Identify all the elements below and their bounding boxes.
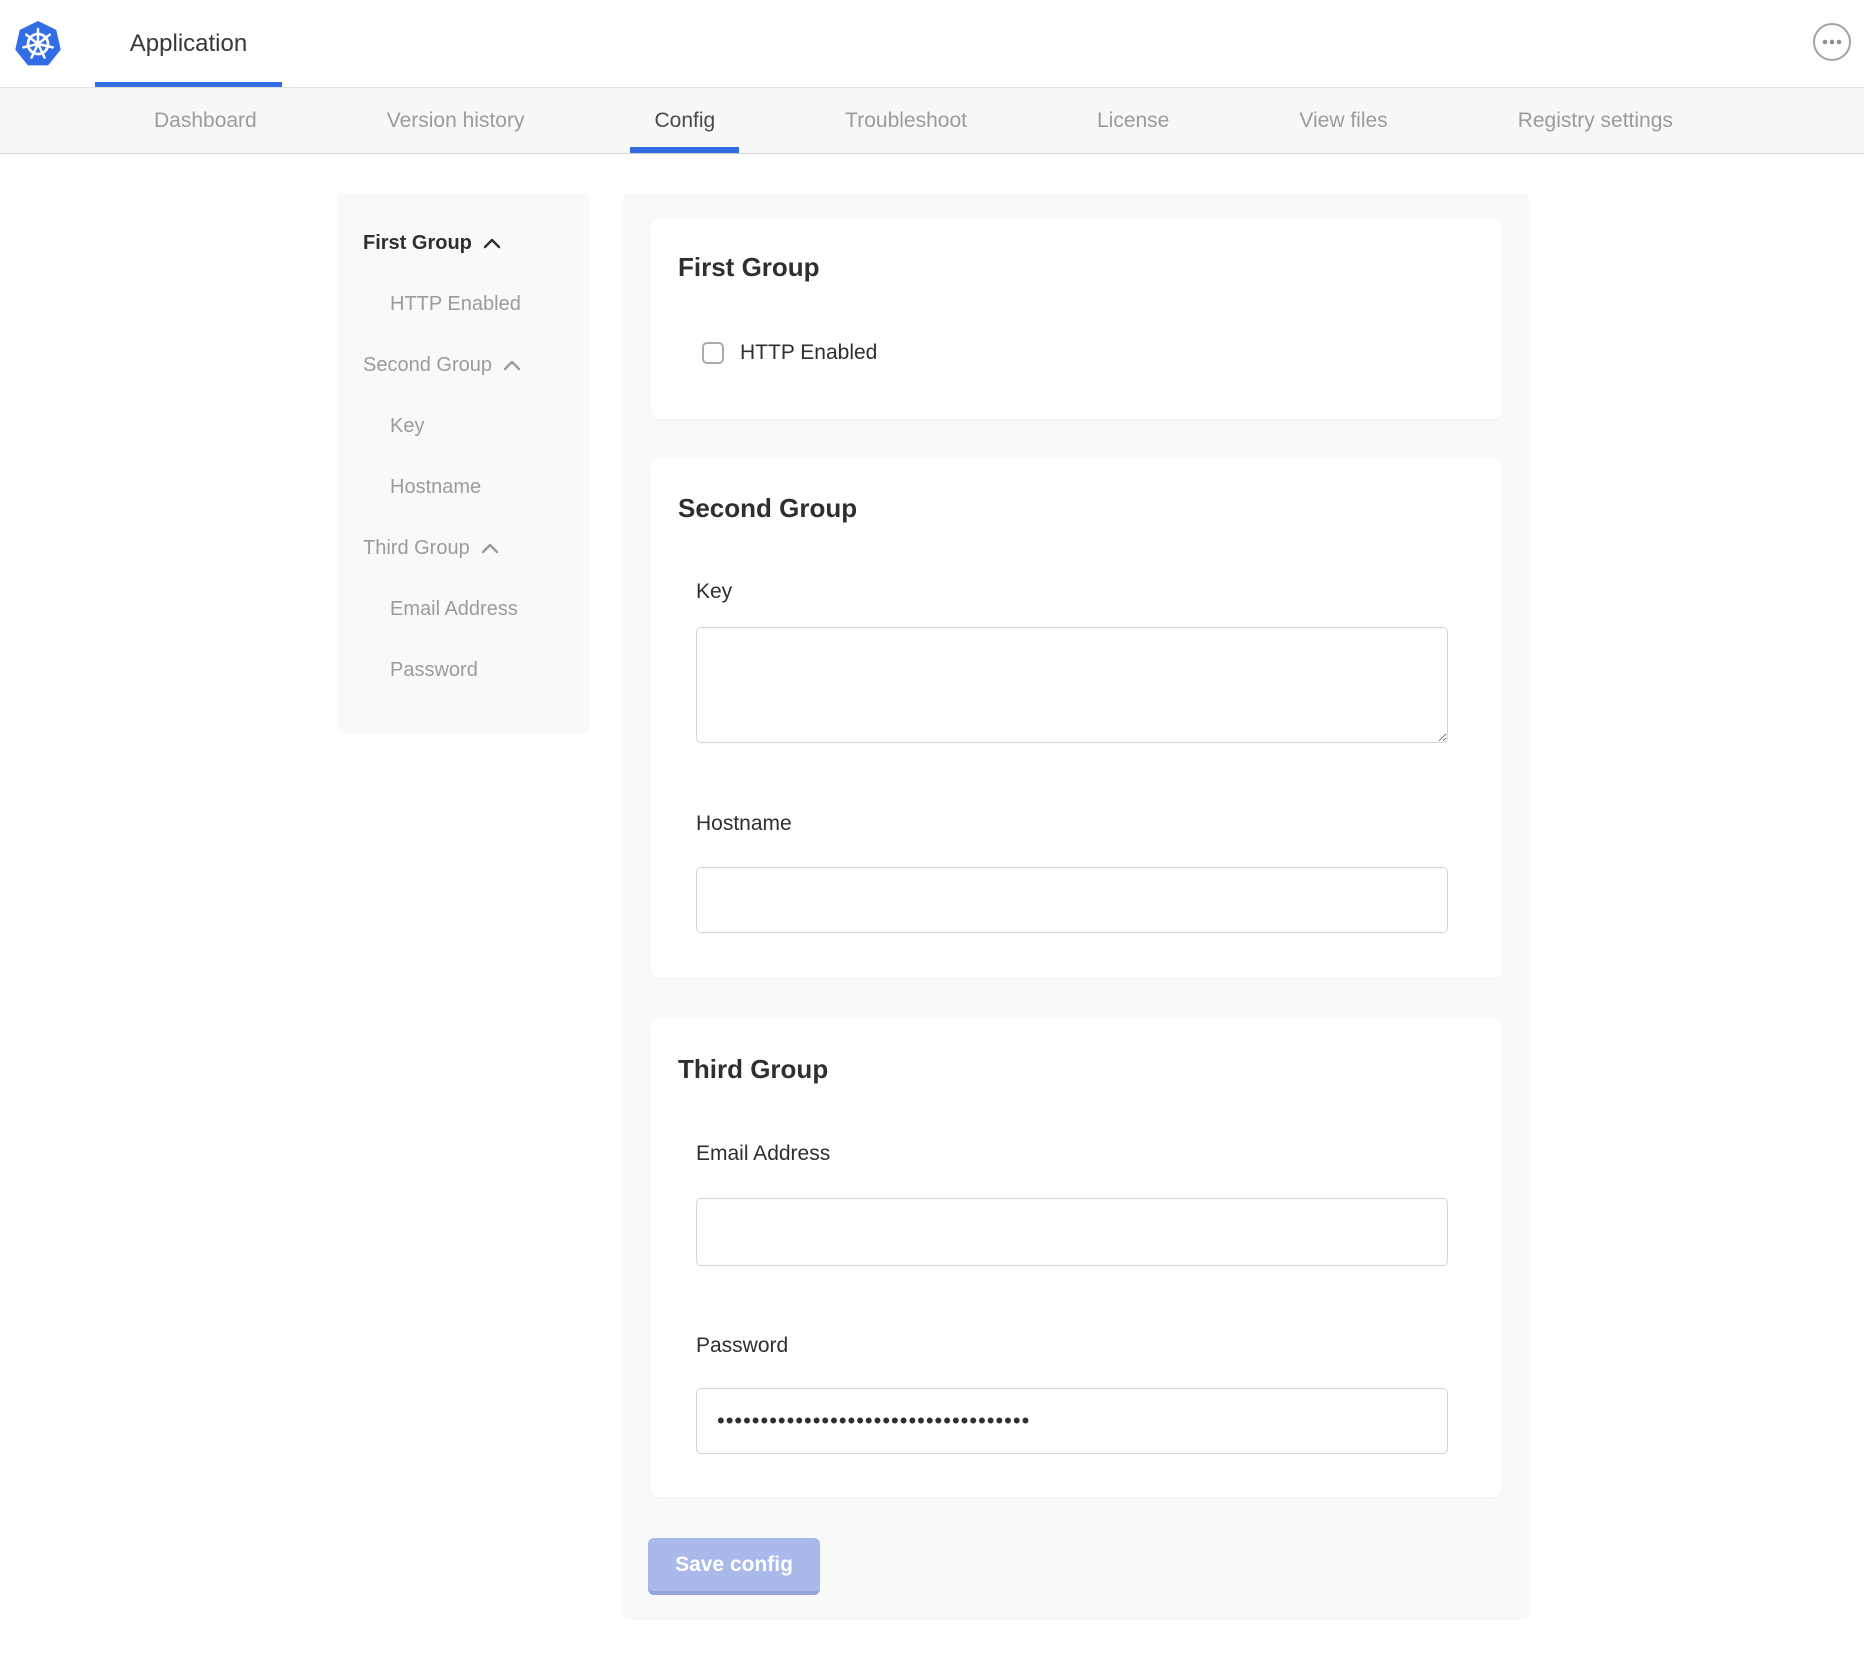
email-address-label: Email Address	[696, 1142, 830, 1166]
config-group-card-first: First Group HTTP Enabled	[651, 219, 1502, 419]
chevron-up-icon	[503, 360, 521, 371]
http-enabled-label[interactable]: HTTP Enabled	[740, 341, 877, 365]
sidebar-item-label: Password	[390, 659, 478, 682]
hostname-label: Hostname	[696, 812, 792, 836]
sidebar-group-second-group[interactable]: Second Group	[337, 335, 590, 396]
nav-tab-license[interactable]: License	[1097, 88, 1169, 153]
key-label: Key	[696, 580, 732, 604]
sidebar-item-hostname[interactable]: Hostname	[337, 457, 590, 518]
sidebar-item-password[interactable]: Password	[337, 640, 590, 701]
kubernetes-logo	[13, 19, 63, 69]
save-config-button[interactable]: Save config	[648, 1538, 820, 1595]
group-title: Third Group	[678, 1054, 828, 1085]
nav-tab-troubleshoot[interactable]: Troubleshoot	[845, 88, 967, 153]
http-enabled-field: HTTP Enabled	[702, 341, 877, 365]
nav-tab-registry-settings[interactable]: Registry settings	[1518, 88, 1673, 153]
group-title: First Group	[678, 252, 820, 283]
sidebar-group-first-group[interactable]: First Group	[337, 213, 590, 274]
chevron-up-icon	[483, 238, 501, 249]
application-config-page: Application Dashboard Version history Co…	[0, 0, 1864, 1680]
group-title: Second Group	[678, 493, 857, 524]
app-title: Application	[130, 30, 247, 58]
sidebar-item-label: HTTP Enabled	[390, 293, 521, 316]
nav-tab-view-files[interactable]: View files	[1299, 88, 1387, 153]
config-sidebar: First Group HTTP Enabled Second Group Ke…	[337, 193, 590, 733]
overflow-menu-button[interactable]	[1812, 22, 1852, 62]
app-nav-tabs: Dashboard Version history Config Trouble…	[0, 88, 1864, 154]
sidebar-group-label: Second Group	[363, 354, 492, 377]
chevron-up-icon	[481, 543, 499, 554]
sidebar-item-key[interactable]: Key	[337, 396, 590, 457]
config-group-card-third: Third Group Email Address Password	[651, 1018, 1502, 1497]
tab-application[interactable]: Application	[95, 0, 282, 87]
config-form-panel: First Group HTTP Enabled Second Group Ke…	[623, 193, 1529, 1620]
nav-tab-config[interactable]: Config	[654, 88, 715, 153]
sidebar-item-label: Key	[390, 415, 424, 438]
email-address-input[interactable]	[696, 1198, 1448, 1266]
config-group-card-second: Second Group Key Hostname	[651, 458, 1502, 978]
sidebar-item-email-address[interactable]: Email Address	[337, 579, 590, 640]
nav-tab-version-history[interactable]: Version history	[387, 88, 525, 153]
nav-tab-dashboard[interactable]: Dashboard	[154, 88, 257, 153]
sidebar-item-label: Email Address	[390, 598, 518, 621]
key-textarea[interactable]	[696, 627, 1448, 743]
sidebar-group-third-group[interactable]: Third Group	[337, 518, 590, 579]
sidebar-group-label: Third Group	[363, 537, 470, 560]
sidebar-item-label: Hostname	[390, 476, 481, 499]
hostname-input[interactable]	[696, 867, 1448, 933]
sidebar-item-http-enabled[interactable]: HTTP Enabled	[337, 274, 590, 335]
app-header: Application	[0, 0, 1864, 88]
sidebar-group-label: First Group	[363, 232, 472, 255]
password-label: Password	[696, 1334, 788, 1358]
ellipsis-in-circle-icon	[1812, 22, 1852, 62]
http-enabled-checkbox[interactable]	[702, 342, 724, 364]
password-input[interactable]	[696, 1388, 1448, 1454]
